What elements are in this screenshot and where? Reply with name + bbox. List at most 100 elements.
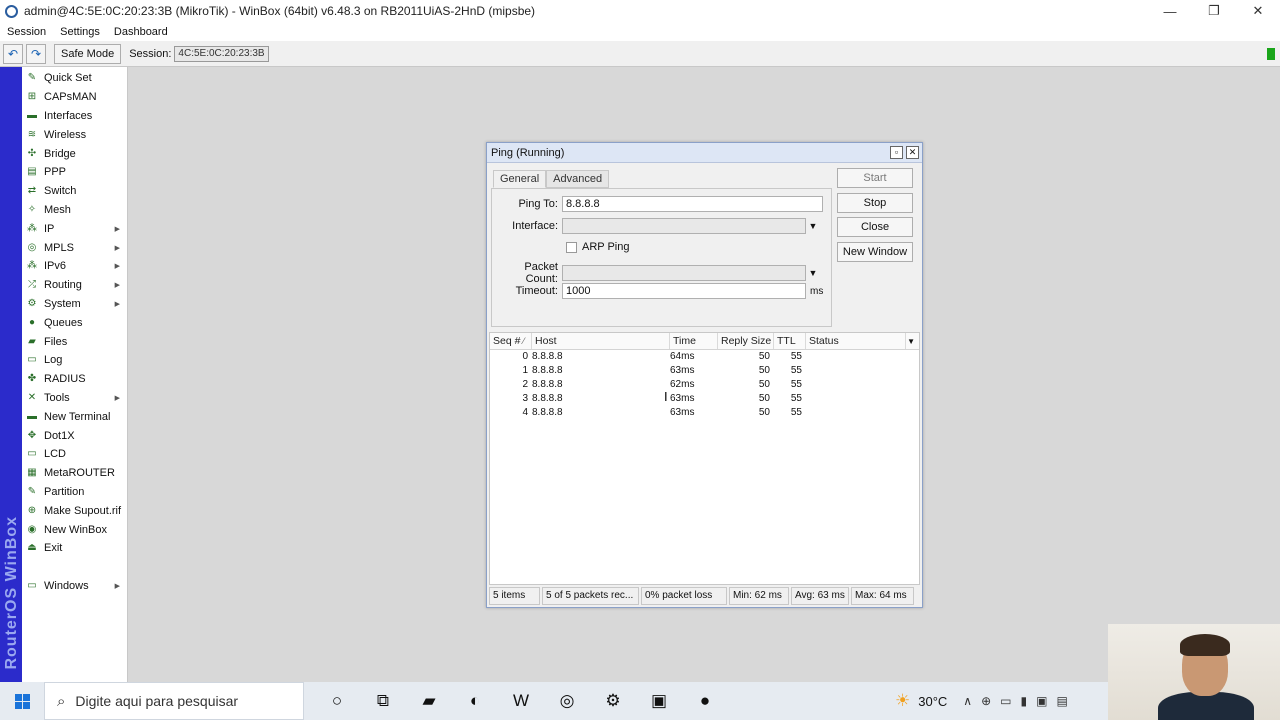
menu-icon: ⊕ xyxy=(27,504,37,516)
menu-settings[interactable]: Settings xyxy=(53,26,107,38)
sidebar-item-dot1x[interactable]: ✥ Dot1X xyxy=(22,426,127,445)
interface-select[interactable] xyxy=(562,218,806,234)
taskbar-search[interactable]: ⌕ Digite aqui para pesquisar xyxy=(44,682,304,720)
table-row[interactable]: 4 8.8.8.8 63ms 50 55 xyxy=(490,406,919,420)
sidebar-item-files[interactable]: ▰ Files xyxy=(22,332,127,351)
microphone-icon[interactable]: ▮ xyxy=(1021,694,1028,708)
sidebar-item-partition[interactable]: ✎ Partition xyxy=(22,483,127,502)
display-icon[interactable]: ▭ xyxy=(1000,694,1011,708)
packet-count-input[interactable] xyxy=(562,265,806,281)
sidebar-item-system[interactable]: ⚙ System ▶ xyxy=(22,295,127,314)
table-row[interactable]: 1 8.8.8.8 63ms 50 55 xyxy=(490,364,919,378)
start-button[interactable]: Start xyxy=(837,168,913,188)
settings-icon[interactable]: ⚙ xyxy=(590,682,636,720)
sidebar-item-ppp[interactable]: ▤ PPP xyxy=(22,163,127,182)
sidebar-item-metarouter[interactable]: ▦ MetaROUTER xyxy=(22,464,127,483)
sidebar-item-windows[interactable]: ▭ Windows ▶ xyxy=(22,577,127,596)
sidebar-item-quick-set[interactable]: ✎ Quick Set xyxy=(22,69,127,88)
ping-window-titlebar[interactable]: Ping (Running) ▫ ✕ xyxy=(487,143,922,163)
start-button[interactable] xyxy=(0,682,44,720)
menu-icon: ⊞ xyxy=(27,91,37,103)
app-icon[interactable]: ▣ xyxy=(636,682,682,720)
sidebar-item-label: Interfaces xyxy=(44,109,93,122)
sidebar-item-new-terminal[interactable]: ▬ New Terminal xyxy=(22,407,127,426)
sidebar-item-lcd[interactable]: ▭ LCD xyxy=(22,445,127,464)
menu-dashboard[interactable]: Dashboard xyxy=(107,26,175,38)
close-button[interactable]: Close xyxy=(837,217,913,237)
sidebar-item-bridge[interactable]: ✣ Bridge xyxy=(22,144,127,163)
submenu-arrow-icon: ▶ xyxy=(114,300,120,308)
sidebar-item-make-supout-rif[interactable]: ⊕ Make Supout.rif xyxy=(22,501,127,520)
redo-button[interactable]: ↷ xyxy=(26,43,46,64)
cell-time: 63ms xyxy=(670,365,695,376)
cell-time: 64ms xyxy=(670,351,695,362)
sidebar-item-interfaces[interactable]: ▬ Interfaces xyxy=(22,107,127,126)
sidebar-item-ip[interactable]: ⁂ IP ▶ xyxy=(22,219,127,238)
table-row[interactable]: 2 8.8.8.8 62ms 50 55 xyxy=(490,378,919,392)
timeout-input[interactable]: 1000 xyxy=(562,283,806,299)
new-window-button[interactable]: New Window xyxy=(837,241,913,262)
sidebar-item-queues[interactable]: ● Queues xyxy=(22,313,127,332)
sidebar-item-log[interactable]: ▭ Log xyxy=(22,351,127,370)
column-seq[interactable]: Seq # xyxy=(490,333,532,349)
stop-button[interactable]: Stop xyxy=(837,192,913,213)
taskbar: ⌕ Digite aqui para pesquisar ○ ⧉ ▰ ◐ W ◎ ⚙ ▣ ● ☀… xyxy=(0,682,1280,720)
close-icon[interactable]: ✕ xyxy=(906,146,919,159)
ping-to-input[interactable]: 8.8.8.8 xyxy=(562,196,823,212)
safe-mode-button[interactable]: Safe Mode xyxy=(54,43,122,64)
sidebar-item-mesh[interactable]: ✧ Mesh xyxy=(22,201,127,220)
sidebar-item-mpls[interactable]: ◎ MPLS ▶ xyxy=(22,238,127,257)
taskbar-apps: ○ ⧉ ▰ ◐ W ◎ ⚙ ▣ ● xyxy=(314,682,728,720)
tray-app-icon[interactable]: ▤ xyxy=(1056,694,1067,708)
edge-icon[interactable]: ◐ xyxy=(452,682,498,720)
column-reply-size[interactable]: Reply Size xyxy=(718,333,774,349)
cell-ttl: 55 xyxy=(790,379,802,390)
sidebar-item-tools[interactable]: ✕ Tools ▶ xyxy=(22,389,127,408)
sidebar-item-exit[interactable]: ⏏ Exit xyxy=(22,539,127,558)
chevron-down-icon[interactable]: ▼ xyxy=(806,218,820,234)
table-row[interactable]: 3 8.8.8.8 63ms 50 55 xyxy=(490,392,919,406)
camera-icon[interactable]: ▣ xyxy=(1036,694,1047,708)
interface-row: Interface: ▼ xyxy=(492,218,820,234)
sidebar-item-new-winbox[interactable]: ◉ New WinBox xyxy=(22,520,127,539)
column-ttl[interactable]: TTL xyxy=(774,333,806,349)
undo-button[interactable]: ↶ xyxy=(3,43,23,64)
sidebar-item-switch[interactable]: ⇄ Switch xyxy=(22,182,127,201)
tab-advanced[interactable]: Advanced xyxy=(546,170,610,188)
sidebar-item-wireless[interactable]: ≋ Wireless xyxy=(22,125,127,144)
recorder-icon[interactable]: ● xyxy=(682,682,728,720)
cortana-icon[interactable]: ○ xyxy=(314,682,360,720)
column-status[interactable]: Status xyxy=(806,333,906,349)
columns-menu-icon[interactable]: ▼ xyxy=(907,333,915,350)
weather-icon[interactable]: ☀ xyxy=(895,691,910,711)
column-host[interactable]: Host xyxy=(532,333,670,349)
menu-icon: ✤ xyxy=(27,373,37,385)
tab-general[interactable]: General xyxy=(493,170,547,188)
system-tray: ☀ 30°C ∧ ⊕ ▭ ▮ ▣ ▤ xyxy=(895,682,1077,720)
menu-icon: ▬ xyxy=(27,109,37,121)
cell-host: 8.8.8.8 xyxy=(532,365,563,376)
cell-host: 8.8.8.8 xyxy=(532,393,563,404)
arp-ping-checkbox[interactable] xyxy=(566,241,577,253)
maximize-icon[interactable]: ▫ xyxy=(890,146,903,159)
search-placeholder: Digite aqui para pesquisar xyxy=(75,693,239,709)
menu-icon: ⇄ xyxy=(27,185,37,197)
minimize-button[interactable]: — xyxy=(1148,0,1192,22)
task-view-icon[interactable]: ⧉ xyxy=(360,682,406,720)
file-explorer-icon[interactable]: ▰ xyxy=(406,682,452,720)
tray-chevron-icon[interactable]: ∧ xyxy=(963,694,972,708)
weather-temperature[interactable]: 30°C xyxy=(918,694,947,709)
sidebar-item-ipv6[interactable]: ⁂ IPv6 ▶ xyxy=(22,257,127,276)
restore-button[interactable]: ❐ xyxy=(1192,0,1236,22)
close-window-button[interactable]: ✕ xyxy=(1236,0,1280,22)
network-icon[interactable]: ⊕ xyxy=(981,694,991,708)
sidebar-item-radius[interactable]: ✤ RADIUS xyxy=(22,370,127,389)
word-icon[interactable]: W xyxy=(498,682,544,720)
table-row[interactable]: 0 8.8.8.8 64ms 50 55 xyxy=(490,350,919,364)
sidebar-item-capsman[interactable]: ⊞ CAPsMAN xyxy=(22,88,127,107)
menu-session[interactable]: Session xyxy=(0,26,53,38)
winbox-icon[interactable]: ◎ xyxy=(544,682,590,720)
column-time[interactable]: Time xyxy=(670,333,718,349)
sidebar-item-routing[interactable]: ⤮ Routing ▶ xyxy=(22,276,127,295)
chevron-down-icon[interactable]: ▼ xyxy=(806,265,820,281)
